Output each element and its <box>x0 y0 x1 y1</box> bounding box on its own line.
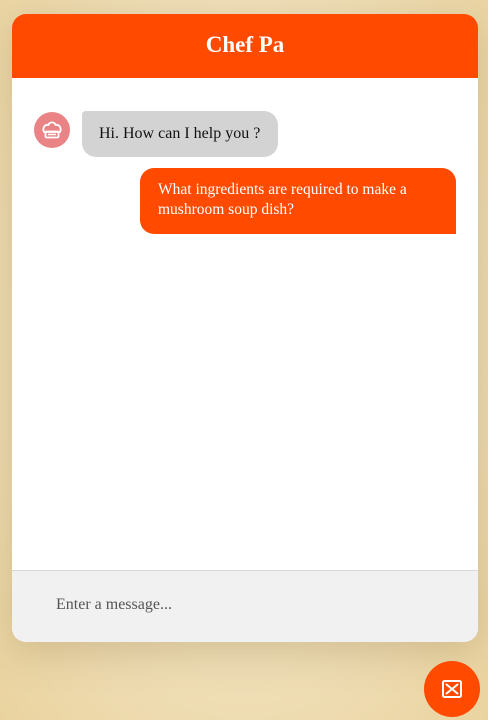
message-composer <box>12 570 478 642</box>
close-chat-icon <box>442 680 462 698</box>
outgoing-message-bubble: What ingredients are required to make a … <box>140 168 456 234</box>
chat-title: Chef Pa <box>205 32 285 57</box>
bot-avatar <box>34 112 70 148</box>
message-list[interactable]: Hi. How can I help you ? What ingredient… <box>12 78 478 570</box>
chef-hat-icon <box>42 121 62 139</box>
chat-header: Chef Pa <box>12 14 478 78</box>
incoming-message-bubble: Hi. How can I help you ? <box>82 111 279 157</box>
message-input[interactable] <box>56 587 446 623</box>
outgoing-message: What ingredients are required to make a … <box>140 168 456 234</box>
chat-toggle-button[interactable] <box>424 661 480 717</box>
chat-window: Chef Pa Hi. How can I help you ? What in… <box>12 14 478 642</box>
incoming-message: Hi. How can I help you ? <box>34 111 279 157</box>
